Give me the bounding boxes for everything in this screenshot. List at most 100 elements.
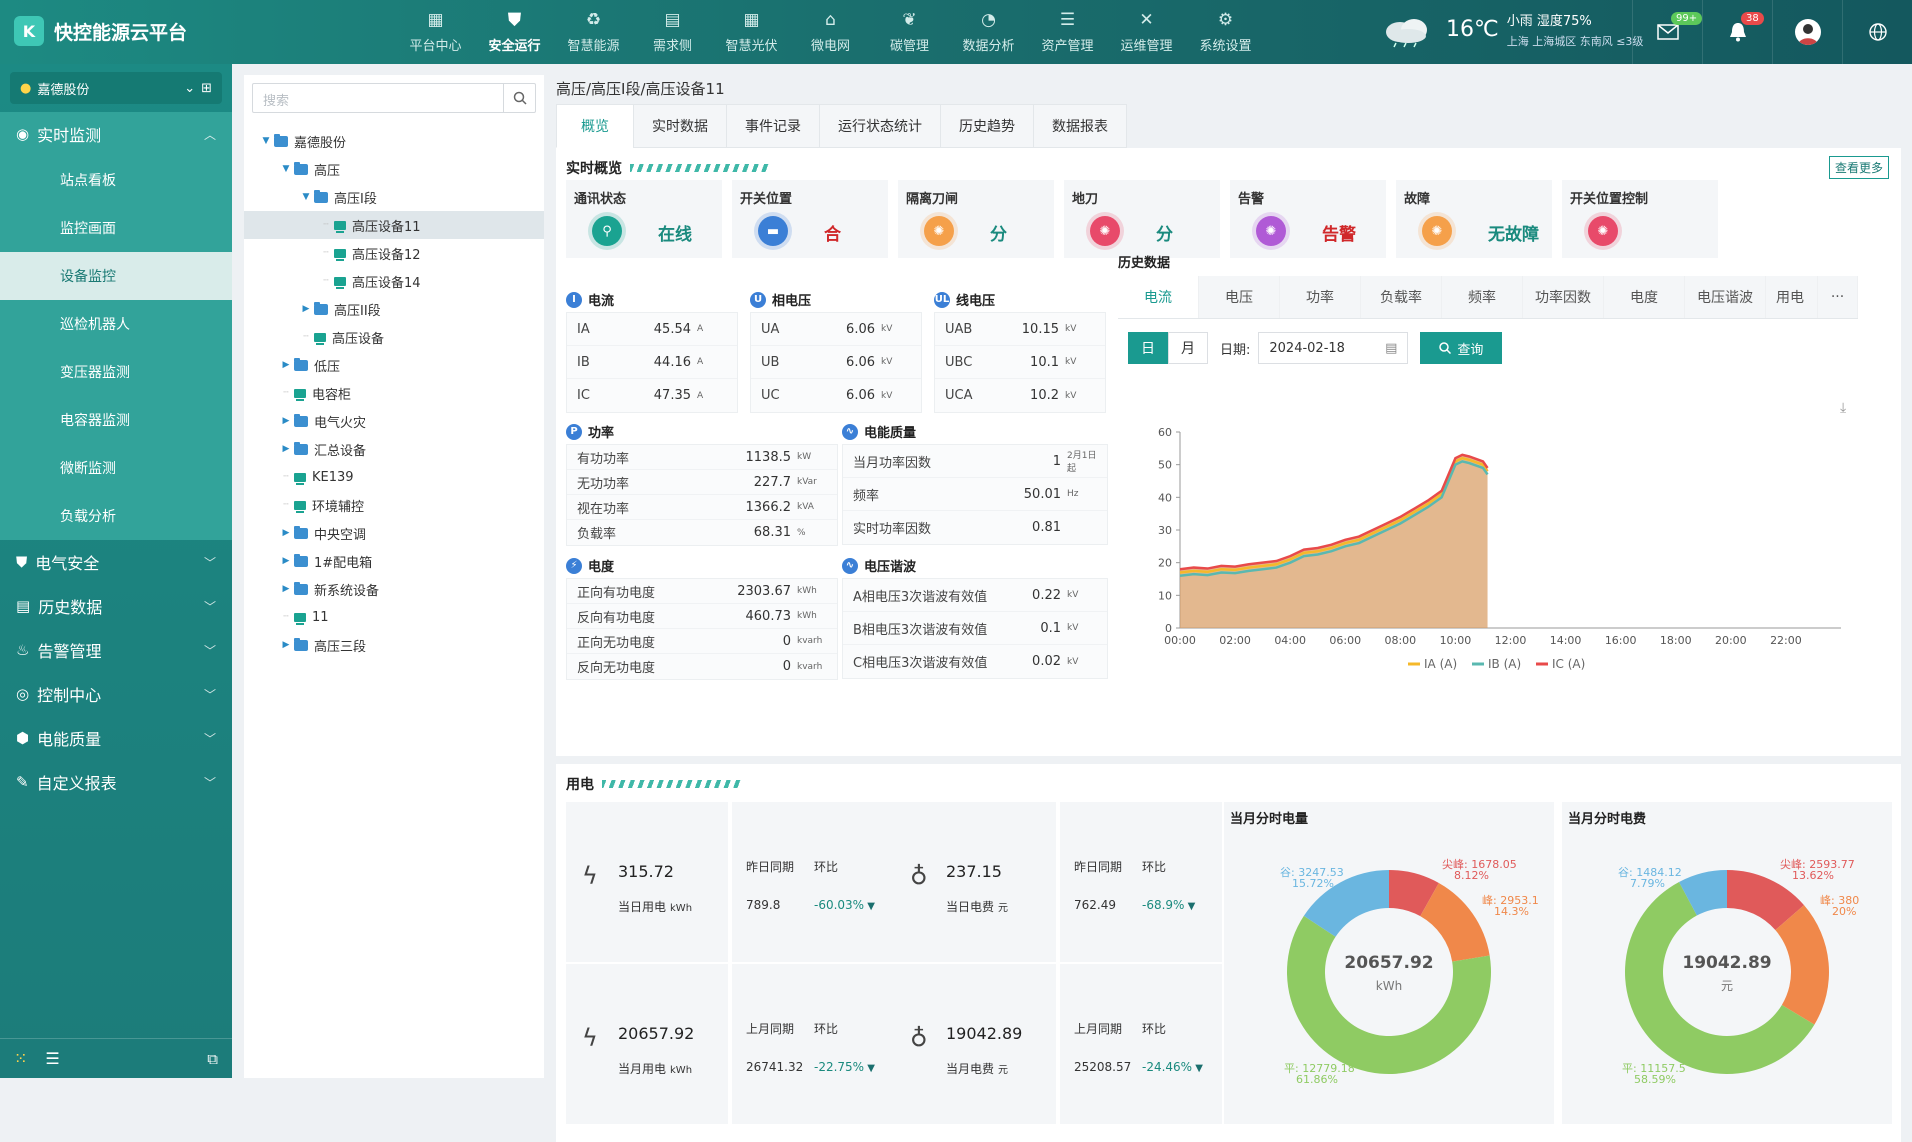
caret-right-icon[interactable]: ▶ bbox=[278, 528, 294, 538]
collapse-menu-icon[interactable]: ☰ bbox=[45, 1049, 59, 1068]
tree-node[interactable]: ┄ 高压设备12 bbox=[244, 239, 544, 267]
date-picker[interactable]: 2024-02-18 ▤ bbox=[1258, 332, 1409, 364]
nav-item-8[interactable]: ☰ 资产管理 bbox=[1028, 0, 1107, 64]
nav-item-5[interactable]: ⌂ 微电网 bbox=[791, 0, 870, 64]
tab-3[interactable]: 运行状态统计 bbox=[819, 104, 940, 148]
phase_voltage-table: UA 6.06 kV UB 6.06 kV UC 6.06 kV bbox=[750, 312, 922, 413]
download-icon[interactable]: ⤓ bbox=[1840, 400, 1846, 416]
tab-5[interactable]: 数据报表 bbox=[1033, 104, 1127, 148]
sidebar-subitem[interactable]: 设备监控 bbox=[0, 252, 232, 300]
nav-item-1[interactable]: ⛊ 安全运行 bbox=[475, 0, 554, 64]
sidebar-group-6[interactable]: ✎ 自定义报表 ﹀ bbox=[0, 760, 232, 804]
search-input[interactable]: 搜索 bbox=[253, 84, 503, 112]
company-selector[interactable]: ● 嘉德股份 ⌄ ⊞ bbox=[10, 72, 222, 104]
legend-label[interactable]: IB (A) bbox=[1488, 657, 1521, 671]
tree-node[interactable]: ▼ 嘉德股份 bbox=[244, 127, 544, 155]
caret-right-icon[interactable]: ▶ bbox=[278, 584, 294, 594]
apps-grid-icon[interactable]: ⁙ bbox=[14, 1049, 27, 1068]
tree-node[interactable]: ┄ 环境辅控 bbox=[244, 491, 544, 519]
tree-node[interactable]: ┄ 电容柜 bbox=[244, 379, 544, 407]
caret-down-icon[interactable]: ▼ bbox=[298, 192, 314, 202]
history-tab-7[interactable]: 电压谐波 bbox=[1685, 276, 1766, 318]
tab-0[interactable]: 概览 bbox=[556, 104, 633, 148]
tab-4[interactable]: 历史趋势 bbox=[940, 104, 1033, 148]
caret-down-icon[interactable]: ▼ bbox=[278, 164, 294, 174]
caret-right-icon[interactable]: ▶ bbox=[278, 444, 294, 454]
caret-right-icon[interactable]: ▶ bbox=[278, 556, 294, 566]
caret-right-icon[interactable]: ▶ bbox=[278, 640, 294, 650]
nav-item-0[interactable]: ▦ 平台中心 bbox=[396, 0, 475, 64]
nav-item-6[interactable]: ❦ 碳管理 bbox=[870, 0, 949, 64]
sidebar-group-2[interactable]: ▤ 历史数据 ﹀ bbox=[0, 584, 232, 628]
tree-node[interactable]: ▶ 高压三段 bbox=[244, 631, 544, 659]
tree-node[interactable]: ┄ 高压设备14 bbox=[244, 267, 544, 295]
sidebar-subitem[interactable]: 负载分析 bbox=[0, 492, 232, 540]
language-button[interactable] bbox=[1842, 0, 1912, 64]
tree-node[interactable]: ▼ 高压 bbox=[244, 155, 544, 183]
grid-switch-icon[interactable]: ⊞ bbox=[201, 81, 212, 96]
history-tab-4[interactable]: 频率 bbox=[1442, 276, 1523, 318]
nav-item-9[interactable]: ✕ 运维管理 bbox=[1107, 0, 1186, 64]
nav-item-7[interactable]: ◔ 数据分析 bbox=[949, 0, 1028, 64]
user-button[interactable] bbox=[1772, 0, 1842, 64]
month-toggle[interactable]: 月 bbox=[1168, 332, 1208, 364]
history-tab-5[interactable]: 功率因数 bbox=[1523, 276, 1604, 318]
tree-node[interactable]: ▶ 汇总设备 bbox=[244, 435, 544, 463]
history-tab-0[interactable]: 电流 bbox=[1118, 276, 1199, 318]
sidebar-group-4[interactable]: ◎ 控制中心 ﹀ bbox=[0, 672, 232, 716]
metric-value: 6.06 bbox=[846, 354, 875, 370]
query-button[interactable]: 查询 bbox=[1420, 332, 1503, 364]
caret-right-icon[interactable]: ▶ bbox=[278, 416, 294, 426]
tree-node[interactable]: ┄ 高压设备11 bbox=[244, 211, 544, 239]
view-more-button[interactable]: 查看更多 bbox=[1828, 156, 1889, 179]
tree-node[interactable]: ┄ 11 bbox=[244, 603, 544, 631]
donut-label-pct: 8.12% bbox=[1454, 869, 1489, 882]
folder-icon bbox=[294, 357, 308, 371]
day-toggle[interactable]: 日 bbox=[1128, 332, 1168, 364]
tree-node[interactable]: ▼ 高压I段 bbox=[244, 183, 544, 211]
mail-button[interactable]: 99+ bbox=[1632, 0, 1703, 64]
light-icon[interactable]: ✺ bbox=[1588, 216, 1618, 246]
tree-node[interactable]: ▶ 中央空调 bbox=[244, 519, 544, 547]
history-tab-6[interactable]: 电度 bbox=[1604, 276, 1685, 318]
sidebar-subitem[interactable]: 站点看板 bbox=[0, 156, 232, 204]
legend-label[interactable]: IA (A) bbox=[1424, 657, 1457, 671]
tree-node[interactable]: ▶ 电气火灾 bbox=[244, 407, 544, 435]
history-tab-8[interactable]: 用电 bbox=[1766, 276, 1818, 318]
tree-search[interactable]: 搜索 bbox=[252, 83, 536, 113]
nav-item-4[interactable]: ▦ 智慧光伏 bbox=[712, 0, 791, 64]
caret-right-icon[interactable]: ▶ bbox=[298, 304, 314, 314]
sidebar-subitem[interactable]: 巡检机器人 bbox=[0, 300, 232, 348]
legend-label[interactable]: IC (A) bbox=[1552, 657, 1585, 671]
sidebar: ● 嘉德股份 ⌄ ⊞ ◉ 实时监测 ︿ 站点看板 监控画面 设备监控 巡检机器人 变压器监测电… bbox=[0, 64, 232, 1078]
history-tab-2[interactable]: 功率 bbox=[1280, 276, 1361, 318]
tab-2[interactable]: 事件记录 bbox=[726, 104, 819, 148]
tree-node[interactable]: ▶ 新系统设备 bbox=[244, 575, 544, 603]
tree-node[interactable]: ┄ KE139 bbox=[244, 463, 544, 491]
caret-right-icon[interactable]: ▶ bbox=[278, 360, 294, 370]
search-button[interactable] bbox=[503, 84, 535, 112]
sidebar-group-5[interactable]: ⬢ 电能质量 ﹀ bbox=[0, 716, 232, 760]
tab-1[interactable]: 实时数据 bbox=[633, 104, 726, 148]
sidebar-subitem[interactable]: 微断监测 bbox=[0, 444, 232, 492]
sidebar-group-1[interactable]: ⛊ 电气安全 ﹀ bbox=[0, 540, 232, 584]
sidebar-subitem[interactable]: 监控画面 bbox=[0, 204, 232, 252]
sidebar-subitem[interactable]: 电容器监测 bbox=[0, 396, 232, 444]
sidebar-subitem[interactable]: 变压器监测 bbox=[0, 348, 232, 396]
nav-item-2[interactable]: ♻ 智慧能源 bbox=[554, 0, 633, 64]
tree-node[interactable]: ▶ 高压II段 bbox=[244, 295, 544, 323]
caret-down-icon[interactable]: ▼ bbox=[258, 136, 274, 146]
sidebar-group-3[interactable]: ♨ 告警管理 ﹀ bbox=[0, 628, 232, 672]
history-tab-3[interactable]: 负载率 bbox=[1361, 276, 1442, 318]
nav-item-10[interactable]: ⚙ 系统设置 bbox=[1186, 0, 1265, 64]
history-tabs-more[interactable]: ··· bbox=[1818, 276, 1858, 318]
tree-node[interactable]: ▶ 低压 bbox=[244, 351, 544, 379]
notification-button[interactable]: 38 bbox=[1702, 0, 1772, 64]
nav-item-3[interactable]: ▤ 需求侧 bbox=[633, 0, 712, 64]
sidebar-group-0[interactable]: ◉ 实时监测 ︿ bbox=[0, 112, 232, 156]
history-tab-1[interactable]: 电压 bbox=[1199, 276, 1280, 318]
tree-node[interactable]: ┄ 高压设备 bbox=[244, 323, 544, 351]
tree-node[interactable]: ▶ 1#配电箱 bbox=[244, 547, 544, 575]
app-logo[interactable]: K 快控能源云平台 bbox=[14, 16, 187, 46]
window-icon[interactable]: ⧉ bbox=[207, 1050, 218, 1068]
